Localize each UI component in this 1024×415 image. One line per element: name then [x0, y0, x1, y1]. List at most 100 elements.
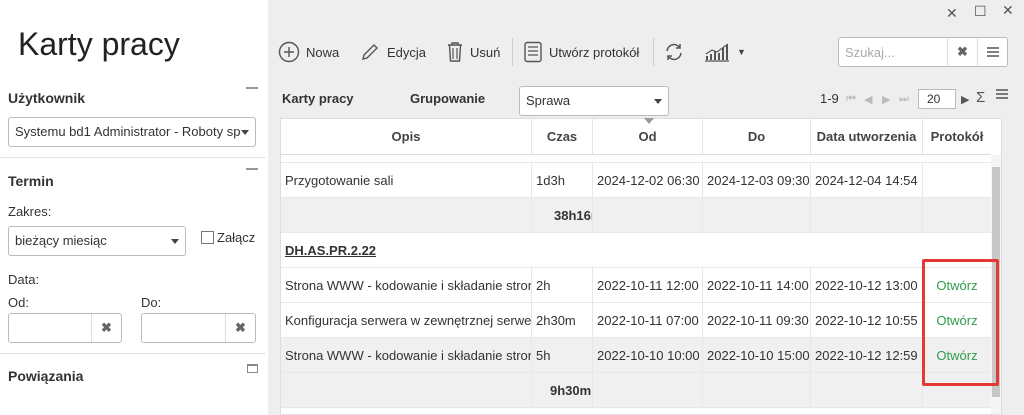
chart-icon	[705, 43, 729, 62]
cell-opis: Strona WWW - kodowanie i składanie stron	[281, 338, 532, 373]
group-header-row[interactable]: DH.AS.PR.2.22	[281, 233, 1001, 268]
summary-empty-cell	[811, 198, 923, 233]
date-label: Data:	[8, 272, 40, 287]
group-header-label: DH.AS.PR.2.22	[285, 243, 377, 258]
links-section-label: Powiązania	[8, 368, 84, 384]
column-header-czas[interactable]: Czas	[532, 119, 593, 155]
collapse-term-icon[interactable]	[246, 168, 258, 170]
summary-empty-cell	[811, 373, 923, 408]
cell-czas: 2h30m	[532, 303, 593, 338]
cell-do: 2022-10-10 15:00	[703, 338, 811, 373]
cell-protokol	[923, 163, 991, 198]
term-section-label: Termin	[8, 173, 54, 189]
range-label: Zakres:	[8, 204, 52, 219]
grouping-label: Grupowanie	[410, 91, 486, 106]
page-size-input[interactable]: 20	[918, 89, 956, 109]
clear-icon[interactable]: ✖	[91, 314, 121, 342]
create-protocol-button[interactable]: Utwórz protokół	[523, 38, 639, 66]
summary-time: 9h30m	[532, 373, 593, 408]
summary-time: 38h16m	[532, 198, 593, 233]
divider	[653, 38, 654, 66]
collapse-user-icon[interactable]	[246, 87, 258, 89]
table-row-selected[interactable]: Strona WWW - kodowanie i składanie stron…	[281, 338, 1001, 373]
page-title: Karty pracy	[18, 26, 180, 62]
user-section-label: Użytkownik	[8, 90, 86, 106]
attach-label: Załącz	[217, 230, 256, 245]
filter-panel: Karty pracy Użytkownik Systemu bd1 Admin…	[0, 0, 268, 415]
cell-opis: Strona WWW - kodowanie i składanie stron	[281, 268, 532, 303]
column-header-data-utworzenia[interactable]: Data utworzenia	[811, 119, 923, 155]
column-header-od[interactable]: Od	[593, 119, 703, 155]
cell-data-utworzenia: 2022-10-12 13:00	[811, 268, 923, 303]
sum-icon[interactable]: Σ	[976, 89, 985, 106]
close-window-icon[interactable]: ✕	[946, 5, 958, 22]
next-page-icon[interactable]: ▶	[882, 93, 890, 106]
range-select-value: bieżący miesiąc	[15, 233, 107, 248]
delete-button[interactable]: Usuń	[446, 38, 500, 66]
new-button-label: Nowa	[306, 44, 340, 60]
refresh-icon	[666, 43, 682, 61]
column-header-protokol[interactable]: Protokół	[923, 119, 991, 155]
column-header-opis[interactable]: Opis	[281, 119, 532, 155]
new-button[interactable]: Nowa	[278, 38, 339, 66]
edit-button-label: Edycja	[387, 44, 427, 60]
chevron-down-icon	[654, 99, 662, 104]
cell-czas: 1d3h	[532, 163, 593, 198]
divider	[0, 157, 266, 158]
summary-empty-cell	[593, 373, 703, 408]
menu-icon[interactable]	[977, 38, 1007, 66]
cell-do: 2024-12-03 09:30	[703, 163, 811, 198]
page-size-arrow-icon[interactable]: ▶	[961, 93, 969, 106]
summary-empty-cell	[703, 198, 811, 233]
cell-od: 2024-12-02 06:30	[593, 163, 703, 198]
chevron-down-icon	[241, 130, 249, 135]
date-to-field[interactable]: ✖	[141, 313, 256, 343]
cell-czas: 5h	[532, 338, 593, 373]
last-page-icon[interactable]: ⏭	[899, 93, 909, 106]
grouping-select[interactable]: Sprawa	[519, 86, 669, 116]
cell-od: 2022-10-11 07:00	[593, 303, 703, 338]
column-header-do[interactable]: Do	[703, 119, 811, 155]
user-select[interactable]: Systemu bd1 Administrator - Roboty sp	[8, 117, 256, 147]
range-select[interactable]: bieżący miesiąc	[8, 226, 186, 256]
plus-circle-icon	[278, 41, 300, 63]
cell-opis: Przygotowanie sali	[281, 163, 532, 198]
cell-opis: Konfiguracja serwera w zewnętrznej serwe…	[281, 303, 532, 338]
cell-czas: 2h	[532, 268, 593, 303]
cell-od: 2022-10-10 10:00	[593, 338, 703, 373]
window-icon[interactable]	[247, 364, 258, 373]
edit-button[interactable]: Edycja	[359, 38, 426, 66]
cell-do: 2022-10-11 09:30	[703, 303, 811, 338]
group-summary-row: 9h30m	[281, 373, 1001, 408]
table-row[interactable]: Konfiguracja serwera w zewnętrznej serwe…	[281, 303, 1001, 338]
maximize-window-icon[interactable]: ☐	[974, 3, 987, 20]
delete-button-label: Usuń	[470, 44, 501, 60]
chevron-down-icon: ▼	[737, 47, 746, 57]
attach-checkbox[interactable]	[201, 231, 214, 244]
summary-empty-cell	[281, 198, 532, 233]
date-from-field[interactable]: ✖	[8, 313, 122, 343]
search-input[interactable]	[839, 38, 943, 66]
menu-icon[interactable]	[996, 88, 1008, 103]
prev-page-icon[interactable]: ◀	[864, 93, 872, 106]
table-row	[281, 155, 1001, 163]
chevron-down-icon	[171, 239, 179, 244]
clear-icon[interactable]: ✖	[225, 314, 255, 342]
trash-icon	[448, 42, 462, 62]
clear-search-icon[interactable]: ✖	[947, 38, 977, 66]
cell-data-utworzenia: 2022-10-12 12:59	[811, 338, 923, 373]
work-cards-table: Opis Czas Od Do Data utworzenia Protokół…	[280, 118, 1002, 415]
summary-empty-cell	[703, 373, 811, 408]
search-box: ✖	[838, 37, 1008, 67]
user-select-value: Systemu bd1 Administrator - Roboty sp	[15, 124, 241, 139]
cell-data-utworzenia: 2022-10-12 10:55	[811, 303, 923, 338]
table-row[interactable]: Przygotowanie sali 1d3h 2024-12-02 06:30…	[281, 163, 1001, 198]
refresh-button[interactable]	[663, 38, 685, 66]
grouping-select-value: Sprawa	[526, 93, 571, 108]
table-row[interactable]: Strona WWW - kodowanie i składanie stron…	[281, 268, 1001, 303]
create-protocol-label: Utwórz protokół	[549, 44, 640, 60]
close-window-icon[interactable]: ✕	[1002, 2, 1014, 19]
first-page-icon[interactable]: ⏮	[846, 93, 856, 106]
chart-menu-button[interactable]: ▼	[703, 38, 746, 66]
cell-data-utworzenia: 2024-12-04 14:54	[811, 163, 923, 198]
